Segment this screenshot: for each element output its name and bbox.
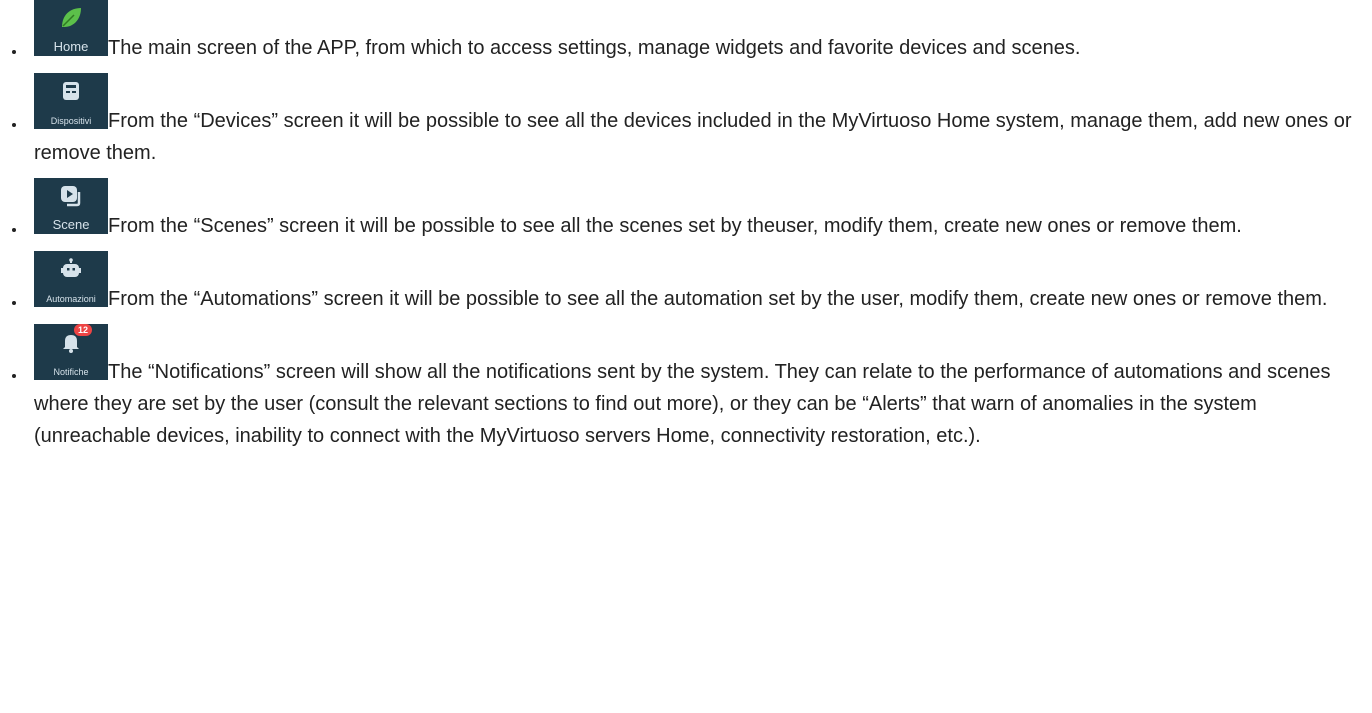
home-tab-icon: Home	[34, 0, 108, 56]
item-text: From the “Devices” screen it will be pos…	[34, 110, 1352, 164]
robot-icon	[34, 255, 108, 283]
icon-label: Scene	[52, 217, 90, 232]
bell-icon	[34, 328, 108, 356]
item-text: From the “Scenes” screen it will be poss…	[108, 215, 1242, 237]
devices-tab-icon: Dispositivi	[34, 73, 108, 129]
leaf-icon	[34, 4, 108, 32]
item-text: The “Notifications” screen will show all…	[34, 361, 1331, 447]
icon-label: Notifiche	[53, 367, 89, 377]
icon-label: Dispositivi	[50, 116, 92, 126]
scene-icon	[34, 182, 108, 210]
scenes-tab-icon: Scene	[34, 178, 108, 234]
icon-label: Home	[53, 39, 89, 54]
notifications-tab-icon: 12 Notifiche	[34, 324, 108, 380]
list-item-scenes: Scene From the “Scenes” screen it will b…	[0, 178, 1372, 242]
list-item-home: Home The main screen of the APP, from wh…	[0, 0, 1372, 64]
icon-label: Automazioni	[46, 294, 96, 304]
feature-list: Home The main screen of the APP, from wh…	[0, 0, 1372, 452]
devices-icon	[34, 77, 108, 105]
item-text: From the “Automations” screen it will be…	[108, 288, 1328, 310]
automations-tab-icon: Automazioni	[34, 251, 108, 307]
list-item-devices: Dispositivi From the “Devices” screen it…	[0, 73, 1372, 169]
item-text: The main screen of the APP, from which t…	[108, 37, 1081, 59]
list-item-notifications: 12 Notifiche The “Notifications” screen …	[0, 324, 1372, 452]
list-item-automations: Automazioni From the “Automations” scree…	[0, 251, 1372, 315]
notification-count-badge: 12	[74, 324, 93, 336]
